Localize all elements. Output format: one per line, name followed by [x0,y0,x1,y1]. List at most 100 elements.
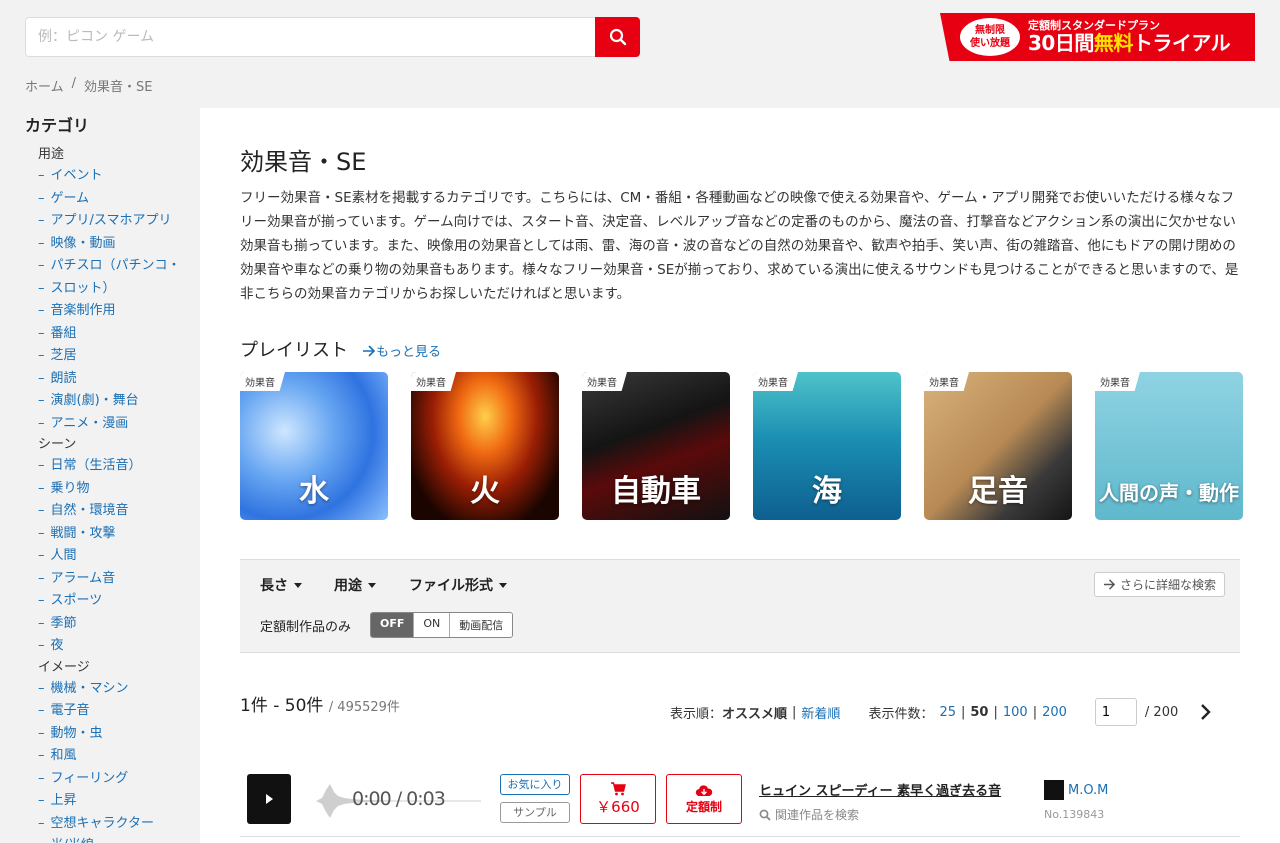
sidebar-item[interactable]: 動物・虫 [38,723,195,746]
playlist-more-link[interactable]: もっと見る [362,341,441,360]
buy-button[interactable]: ￥660 [580,774,656,824]
playlist-tag: 効果音 [753,372,798,391]
search-icon [609,28,626,46]
breadcrumb-current: 効果音・SE [84,80,153,95]
sidebar-item[interactable]: スポーツ [38,590,195,613]
search-icon [759,809,771,821]
sidebar-group-label: シーン [38,437,77,452]
chevron-right-icon[interactable] [1200,703,1212,721]
sidebar-item[interactable]: 映像・動画 [38,233,195,256]
sort-newest[interactable]: 新着順 [801,703,840,722]
per-page-25[interactable]: 25 [939,705,956,720]
playlist-card-car[interactable]: 効果音 自動車 [582,372,730,520]
sort-label: 表示順： [670,706,723,722]
sidebar-item[interactable]: 芝居 [38,345,195,368]
sidebar-item[interactable]: イベント [38,165,195,188]
sidebar-item[interactable]: 朗読 [38,368,195,391]
sidebar-item[interactable]: 和風 [38,745,195,768]
sidebar-item[interactable]: スロット） [38,278,195,301]
arrow-right-icon [1104,579,1116,590]
banner-trial: トライアル [1132,31,1231,55]
sort-recommended[interactable]: オススメ順 [722,703,787,722]
result-count: 1件 - 50件 / 495529件 [240,691,400,716]
sidebar-item[interactable]: 空想キャラクター [38,813,195,836]
related-search-link[interactable]: 関連作品を検索 [759,806,859,823]
price-label: ￥660 [596,797,640,816]
playlist-tag: 効果音 [240,372,285,391]
author-link[interactable]: M.O.M [1044,780,1108,800]
sidebar-item[interactable]: フィーリング [38,768,195,791]
author-name: M.O.M [1068,782,1109,798]
format-dropdown[interactable]: ファイル形式 [409,575,507,595]
playlist-tag: 効果音 [924,372,969,391]
cloud-download-icon [695,784,713,796]
sidebar-item[interactable]: 演劇(劇)・舞台 [38,390,195,413]
search-input[interactable] [25,17,595,57]
sidebar-item[interactable]: パチスロ（パチンコ・ [38,255,195,278]
sidebar-item[interactable]: 夜 [38,635,195,658]
search-button[interactable] [595,17,640,57]
sidebar-item[interactable]: アニメ・漫画 [38,413,195,436]
length-dropdown[interactable]: 長さ [260,575,302,595]
playlist-label: 火 [470,474,500,509]
track-title[interactable]: ヒュイン スピーディー 素早く過ぎ去る音 [759,780,1001,799]
favorite-button[interactable]: お気に入り [500,774,570,795]
playlist-heading: プレイリスト [240,340,348,361]
breadcrumb-home[interactable]: ホーム [25,76,64,95]
playlist-label: 自動車 [611,474,701,509]
per-page-50[interactable]: 50 [970,705,988,720]
trial-banner[interactable]: 無制限 使い放題 定額制スタンダードプラン 30日間無料トライアル [940,13,1255,61]
per-page-label: 表示件数： [868,706,934,722]
track-row: 0:00 / 0:03 お気に入り サンプル ￥660 定額制 ヒュイン スピー… [240,768,1240,837]
sample-button[interactable]: サンプル [500,802,570,823]
cart-icon [611,781,626,795]
sidebar-item[interactable]: 機械・マシン [38,678,195,701]
playlist-label: 水 [299,474,329,509]
page-input[interactable] [1094,698,1137,726]
toggle-video[interactable]: 動画配信 [449,613,513,637]
banner-badge: 無制限 使い放題 [960,18,1020,56]
sidebar-item[interactable]: 自然・環境音 [38,500,195,523]
advanced-search-label: さらに詳細な検索 [1119,578,1216,592]
per-page-100[interactable]: 100 [1003,705,1028,720]
sidebar-item[interactable]: アラーム音 [38,568,195,591]
play-button[interactable] [247,774,291,824]
advanced-search-button[interactable]: さらに詳細な検索 [1094,572,1225,597]
playlist-card-sea[interactable]: 効果音 海 [753,372,901,520]
playlist-card-water[interactable]: 効果音 水 [240,372,388,520]
subscription-download-button[interactable]: 定額制 [666,774,742,824]
sidebar-item[interactable]: 上昇 [38,790,195,813]
playlist-card-footsteps[interactable]: 効果音 足音 [924,372,1072,520]
result-range: 1件 - 50件 [240,696,324,716]
caret-down-icon [294,582,302,588]
subscription-label: 定額制 [685,799,722,814]
playlist-more-label: もっと見る [376,345,442,360]
playlist-label: 海 [812,474,842,509]
toggle-on[interactable]: ON [413,613,450,637]
sidebar-item[interactable]: 乗り物 [38,478,195,501]
toggle-off[interactable]: OFF [371,613,414,637]
playlist-card-human[interactable]: 効果音 人間の声・動作 [1095,372,1243,520]
sidebar-item[interactable]: 人間 [38,545,195,568]
avatar [1044,780,1064,800]
sidebar-item[interactable]: 番組 [38,323,195,346]
sidebar-item[interactable]: ゲーム [38,188,195,211]
subscription-only-label: 定額制作品のみ [260,620,352,635]
sort-bar: 表示順： オススメ順 | 新着順 表示件数： 25 | 50 | 100 | 2… [670,698,1212,726]
format-label: ファイル形式 [409,578,493,594]
playlist-card-fire[interactable]: 効果音 火 [411,372,559,520]
sidebar-item[interactable]: 戦闘・攻撃 [38,523,195,546]
per-page-200[interactable]: 200 [1042,705,1067,720]
arrow-right-icon [363,345,376,357]
main-content: 効果音・SE フリー効果音・SE素材を掲載するカテゴリです。こちらには、CM・番… [200,108,1280,843]
sidebar-item[interactable]: 電子音 [38,700,195,723]
usage-dropdown[interactable]: 用途 [334,575,376,595]
sidebar-item[interactable]: 音楽制作用 [38,300,195,323]
playlist-list: 効果音 水 効果音 火 効果音 自動車 効果音 海 効果音 足音 効果音 人間の… [240,372,1243,520]
sidebar-item[interactable]: 日常（生活音） [38,455,195,478]
playlist-tag: 効果音 [582,372,627,391]
sidebar-item[interactable]: アプリ/スマホアプリ [38,210,195,233]
sidebar-item[interactable]: 光/光線 [38,835,195,843]
play-icon [265,794,273,804]
sidebar-item[interactable]: 季節 [38,613,195,636]
